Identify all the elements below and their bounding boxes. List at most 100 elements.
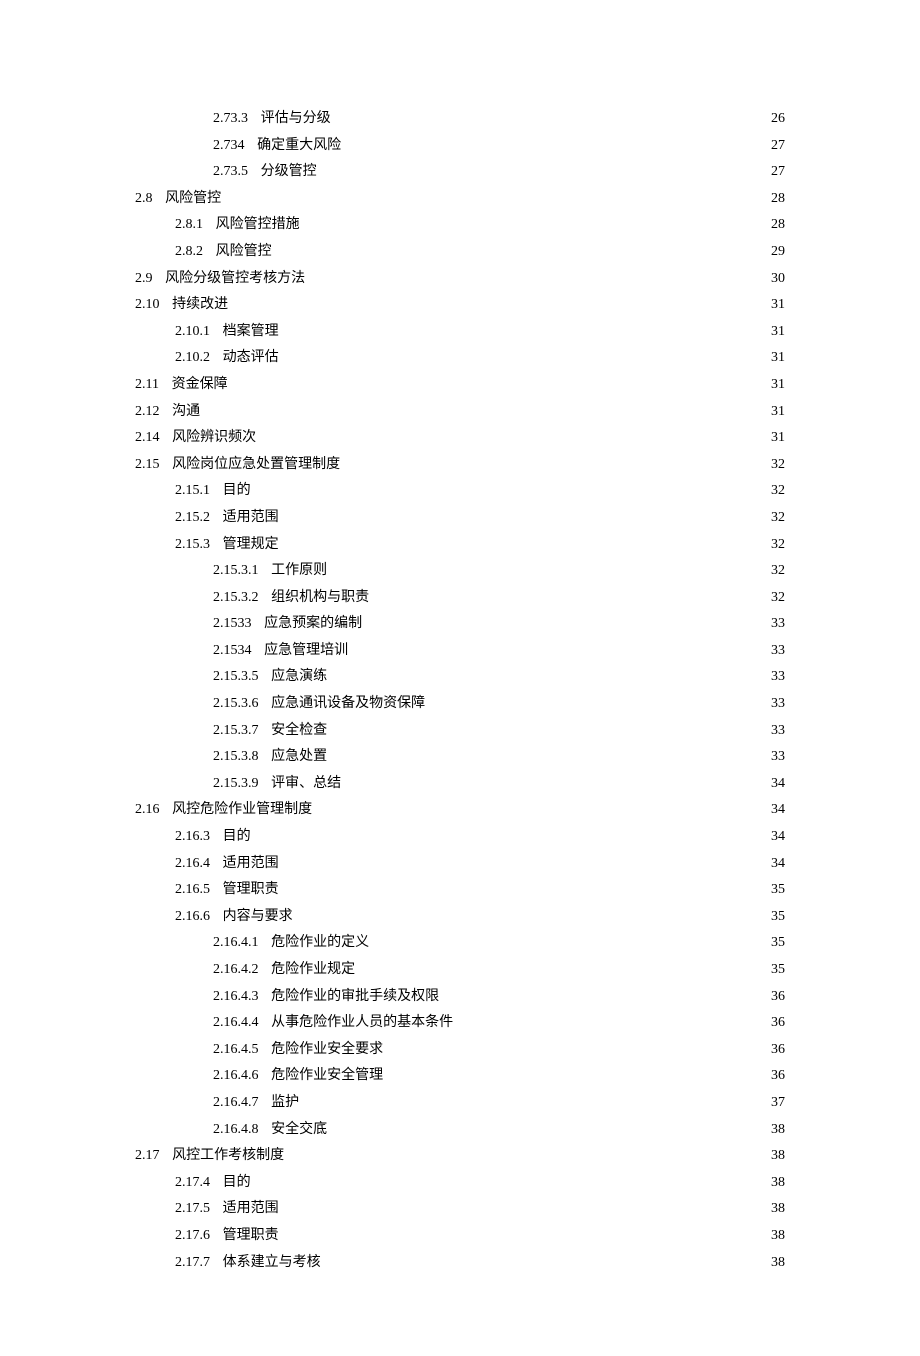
toc-entry: 2.16 风控危险作业管理制度 34 — [135, 797, 785, 824]
section-title: 确定重大风险 — [257, 133, 341, 160]
toc-entry: 2.10.1档案管理31 — [135, 319, 785, 346]
dot-leader — [342, 454, 757, 468]
section-number: 2.17.5 — [175, 1196, 210, 1223]
page-number: 33 — [763, 638, 785, 665]
toc-entry: 2.12沟通31 — [135, 399, 785, 426]
dot-leader — [281, 507, 757, 521]
section-title: 危险作业的审批手续及权限 — [271, 984, 439, 1011]
section-number: 2.16.3 — [175, 824, 210, 851]
page-number: 35 — [763, 877, 785, 904]
section-title: 分级管控 — [261, 159, 317, 186]
section-number: 2.73.5 — [213, 159, 248, 186]
section-number: 2.16.5 — [175, 877, 210, 904]
section-title: 风控危险作业管理制度 — [172, 797, 312, 824]
section-number: 2.17.6 — [175, 1223, 210, 1250]
dot-leader — [371, 932, 757, 946]
page-number: 36 — [763, 984, 785, 1011]
page-number: 37 — [763, 1090, 785, 1117]
page-number: 33 — [763, 744, 785, 771]
page-number: 34 — [763, 797, 785, 824]
dot-leader — [357, 959, 757, 973]
toc-entry: 2.17.7体系建立与考核38 — [135, 1250, 785, 1277]
toc-entry: 2.9风险分级管控考核方法30 — [135, 266, 785, 293]
section-number: 2.15.3.7 — [213, 718, 259, 745]
section-number: 2.16 — [135, 797, 160, 824]
page-number: 31 — [763, 292, 785, 319]
toc-entry: 2.16.4.3危险作业的审批手续及权限36 — [135, 984, 785, 1011]
toc-entry: 2.16.4.2危险作业规定35 — [135, 957, 785, 984]
dot-leader — [230, 294, 757, 308]
dot-leader — [323, 1252, 757, 1266]
section-title: 风险管控措施 — [216, 212, 300, 239]
section-title: 管理职责 — [223, 1223, 279, 1250]
page-number: 32 — [763, 532, 785, 559]
dot-leader — [314, 799, 757, 813]
page-number: 32 — [763, 558, 785, 585]
dot-leader — [329, 1119, 757, 1133]
toc-entry: 2.16.4.4从事危险作业人员的基本条件36 — [135, 1010, 785, 1037]
toc-entry: 2.15.3.7安全检查33 — [135, 718, 785, 745]
dot-leader — [295, 906, 757, 920]
toc-entry: 2.15.3.5应急演练33 — [135, 664, 785, 691]
toc-entry: 2.16.4适用范围34 — [135, 851, 785, 878]
page-number: 31 — [763, 425, 785, 452]
section-number: 2.15.1 — [175, 478, 210, 505]
page-number: 27 — [763, 159, 785, 186]
dot-leader — [371, 587, 757, 601]
section-title: 体系建立与考核 — [223, 1250, 321, 1277]
dot-leader — [281, 879, 757, 893]
toc-entry: 2.17.5适用范围38 — [135, 1196, 785, 1223]
dot-leader — [385, 1065, 757, 1079]
page-number: 38 — [763, 1196, 785, 1223]
toc-entry: 2.16.5管理职责35 — [135, 877, 785, 904]
section-title: 目的 — [223, 478, 251, 505]
page-number: 31 — [763, 345, 785, 372]
dot-leader — [281, 1225, 757, 1239]
page-number: 35 — [763, 957, 785, 984]
toc-entry: 2.16.6内容与要求35 — [135, 904, 785, 931]
toc-entry: 2.15.3.1工作原则32 — [135, 558, 785, 585]
toc-entry: 2.16.4.1危险作业的定义35 — [135, 930, 785, 957]
toc-entry: 2.8.2 风险管控 29 — [135, 239, 785, 266]
page-number: 29 — [763, 239, 785, 266]
dot-leader — [223, 188, 757, 202]
page-number: 28 — [763, 212, 785, 239]
toc-entry: 2.15.3管理规定32 — [135, 532, 785, 559]
section-number: 2.16.4.1 — [213, 930, 259, 957]
toc-entry: 2.11资金保障31 — [135, 372, 785, 399]
section-number: 2.10 — [135, 292, 160, 319]
toc-entry: 2.15.3.8应急处置33 — [135, 744, 785, 771]
section-number: 2.16.4.4 — [213, 1010, 259, 1037]
page-number: 36 — [763, 1010, 785, 1037]
section-number: 2.15.3 — [175, 532, 210, 559]
section-title: 应急管理培训 — [264, 638, 348, 665]
section-title: 应急演练 — [271, 664, 327, 691]
section-number: 2.16.6 — [175, 904, 210, 931]
section-number: 2.9 — [135, 266, 153, 293]
toc-entry: 2.16.4.7监护37 — [135, 1090, 785, 1117]
section-title: 危险作业规定 — [271, 957, 355, 984]
section-title: 组织机构与职责 — [271, 585, 369, 612]
dot-leader — [202, 401, 757, 415]
section-title: 目的 — [223, 824, 251, 851]
dot-leader — [258, 427, 757, 441]
section-number: 2.15 — [135, 452, 160, 479]
dot-leader — [286, 1145, 757, 1159]
dot-leader — [301, 1092, 757, 1106]
toc-entry: 2.16.4.5危险作业安全要求36 — [135, 1037, 785, 1064]
page-number: 31 — [763, 372, 785, 399]
section-number: 2.17.7 — [175, 1250, 210, 1277]
section-number: 2.8 — [135, 186, 153, 213]
section-title: 风险管控 — [216, 239, 272, 266]
section-title: 动态评估 — [223, 345, 279, 372]
dot-leader — [343, 135, 757, 149]
toc-entry: 2.15风险岗位应急处置管理制度32 — [135, 452, 785, 479]
section-number: 2.8.2 — [175, 239, 203, 266]
page-number: 33 — [763, 611, 785, 638]
dot-leader — [364, 613, 757, 627]
section-title: 适用范围 — [223, 851, 279, 878]
section-title: 危险作业安全要求 — [271, 1037, 383, 1064]
section-title: 工作原则 — [271, 558, 327, 585]
dot-leader — [281, 347, 757, 361]
section-title: 档案管理 — [223, 319, 279, 346]
